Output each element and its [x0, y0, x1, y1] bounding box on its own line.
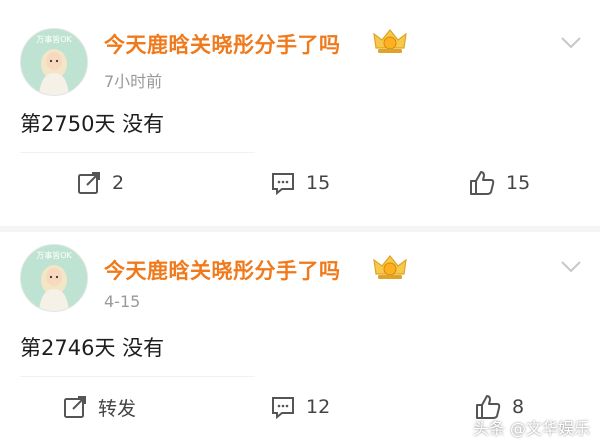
- repost-label: 转发: [98, 397, 137, 420]
- comment-icon: [272, 397, 294, 420]
- repost-icon: [64, 396, 86, 418]
- username[interactable]: 今天鹿晗关晓彤分手了吗: [104, 255, 341, 285]
- watermark: 头条 @文华娱乐: [472, 419, 590, 438]
- avatar-image: 万事皆OK: [21, 245, 87, 311]
- repost-button[interactable]: 转发: [62, 392, 136, 422]
- chevron-down-icon[interactable]: [560, 260, 582, 274]
- post-time: 4-15: [104, 292, 141, 311]
- avatar-caption: 万事皆OK: [36, 250, 72, 260]
- divider: [20, 376, 255, 377]
- crown-badge-icon: [373, 255, 407, 279]
- avatar[interactable]: 万事皆OK: [20, 244, 88, 312]
- comment-button[interactable]: 12: [270, 392, 330, 422]
- post-content: 第2746天 没有: [20, 336, 165, 360]
- post-card-2: 万事皆OK 今天鹿晗关晓彤分手了吗 4-15 第2746天 没有 转发 12 8: [0, 0, 600, 447]
- comment-count: 12: [306, 396, 331, 418]
